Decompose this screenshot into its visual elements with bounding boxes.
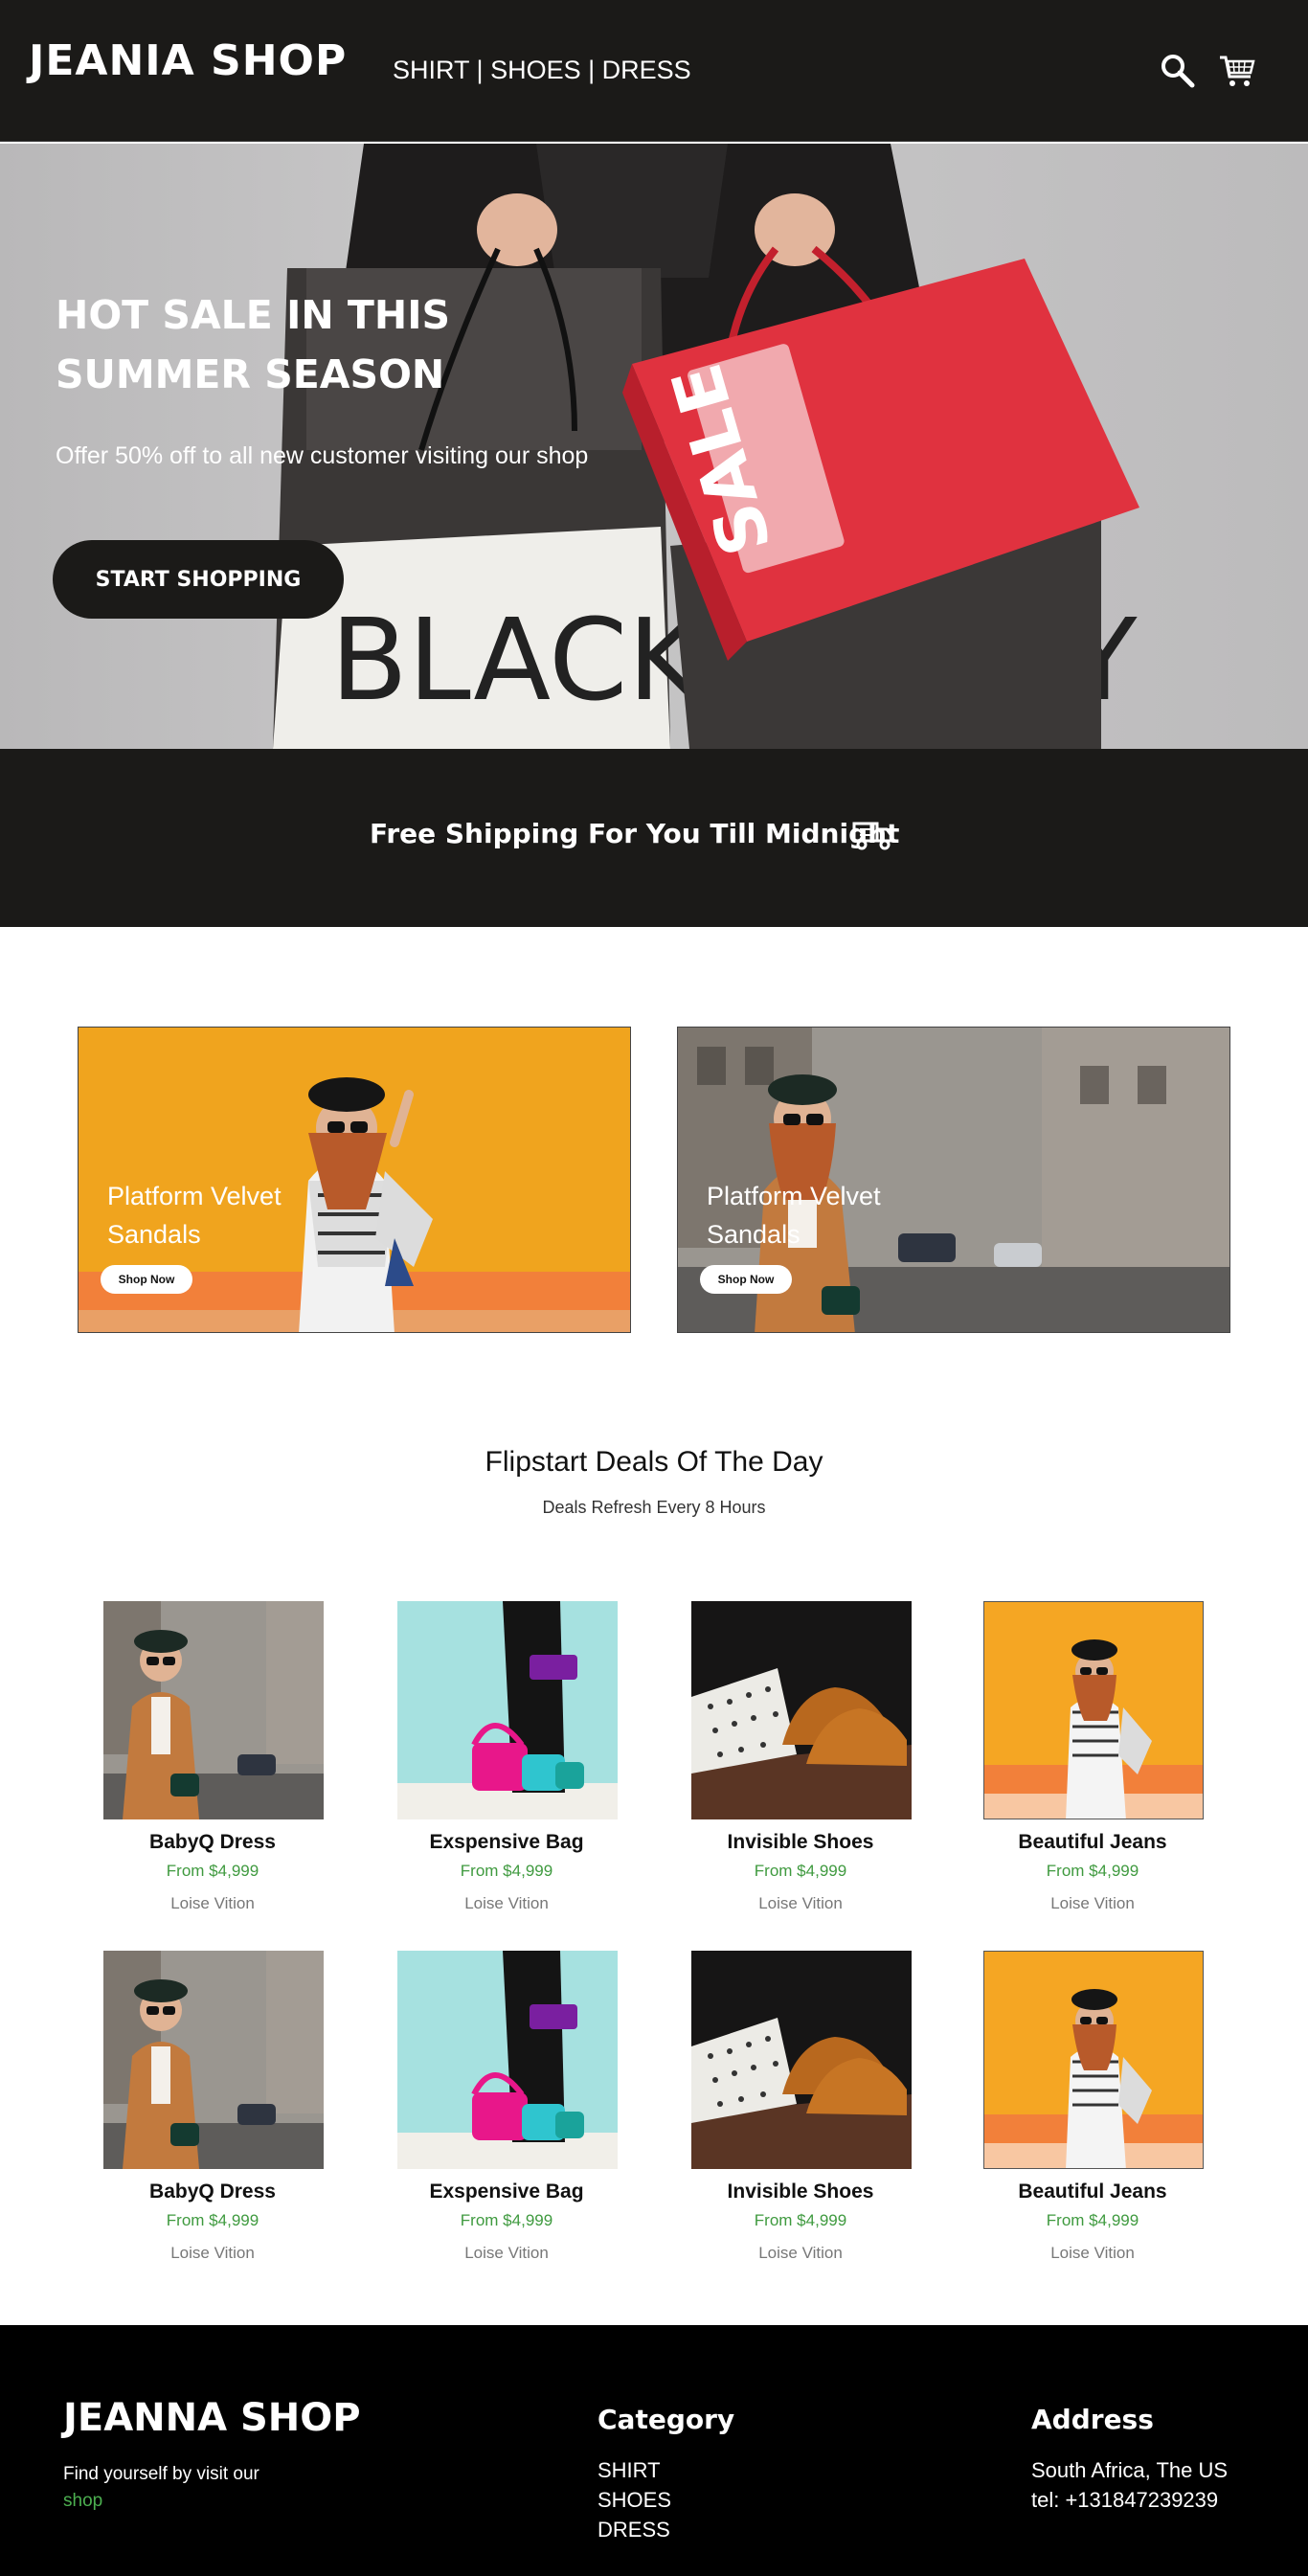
product-image[interactable] <box>103 1951 324 2169</box>
product-price: From $4,999 <box>1046 2211 1139 2229</box>
site-header: JEANIA SHOP SHIRT | SHOES | DRESS <box>0 0 1308 142</box>
deals-title: Flipstart Deals Of The Day <box>485 1446 823 1478</box>
product-image[interactable] <box>691 1951 912 2169</box>
product-brand: Loise Vition <box>1050 2244 1135 2262</box>
nav-separator: | <box>476 56 484 84</box>
deals-subtitle: Deals Refresh Every 8 Hours <box>542 1498 766 1517</box>
product-brand: Loise Vition <box>1050 1894 1135 1912</box>
product-image[interactable] <box>691 1601 912 1819</box>
product-name[interactable]: Beautiful Jeans <box>978 1831 1207 1854</box>
hero-subtitle: Offer 50% off to all new customer visiti… <box>56 442 589 469</box>
footer-category-dress[interactable]: DRESS <box>598 2515 671 2544</box>
start-shopping-button[interactable]: START SHOPPING <box>53 540 344 619</box>
product-image[interactable] <box>983 1951 1204 2169</box>
footer-address: South Africa, The US tel: +131847239239 <box>1031 2455 1228 2515</box>
product-price: From $4,999 <box>460 2211 553 2229</box>
product-price: From $4,999 <box>166 1862 259 1880</box>
footer-category-shoes[interactable]: SHOES <box>598 2485 671 2515</box>
product-name[interactable]: Invisible Shoes <box>686 2181 915 2203</box>
product-price: From $4,999 <box>754 1862 847 1880</box>
truck-icon <box>852 822 894 850</box>
footer-tagline: Find yourself by visit our shop <box>63 2461 293 2515</box>
shop-now-button[interactable]: Shop Now <box>700 1265 792 1294</box>
hero-title: HOT SALE IN THIS SUMMER SEASON <box>56 292 450 397</box>
product-price: From $4,999 <box>754 2211 847 2229</box>
promo-card[interactable]: Platform Velvet Sandals Shop Now <box>78 1027 631 1333</box>
product-name[interactable]: Exspensive Bag <box>392 1831 621 1854</box>
search-icon[interactable] <box>1159 52 1197 90</box>
product-image[interactable] <box>397 1951 618 2169</box>
nav-item-dress[interactable]: DRESS <box>602 56 691 84</box>
product-brand: Loise Vition <box>758 2244 843 2262</box>
footer-category-shirt[interactable]: SHIRT <box>598 2455 671 2485</box>
shipping-text: Free Shipping For You Till Midnight <box>370 818 900 849</box>
nav-separator: | <box>588 56 596 84</box>
product-price: From $4,999 <box>166 2211 259 2229</box>
shipping-banner: Free Shipping For You Till Midnight <box>0 749 1308 927</box>
product-brand: Loise Vition <box>758 1894 843 1912</box>
product-name[interactable]: BabyQ Dress <box>98 1831 327 1854</box>
main-nav: SHIRT | SHOES | DRESS <box>393 56 691 85</box>
product-brand: Loise Vition <box>464 1894 549 1912</box>
footer-tagline-text: Find yourself by visit our <box>63 2464 259 2484</box>
footer-logo[interactable]: JEANNA SHOP <box>63 2396 361 2440</box>
footer-address-heading: Address <box>1031 2404 1154 2435</box>
footer-shop-link[interactable]: shop <box>63 2491 102 2511</box>
footer-address-phone: tel: +131847239239 <box>1031 2488 1219 2512</box>
product-image[interactable] <box>397 1601 618 1819</box>
site-footer: JEANNA SHOP Find yourself by visit our s… <box>0 2325 1308 2576</box>
nav-item-shoes[interactable]: SHOES <box>490 56 581 84</box>
hero-banner: BLACK FRIDAY SALE HOT SALE IN THIS SUMME… <box>0 144 1308 749</box>
promo-title: Platform Velvet Sandals <box>107 1182 282 1249</box>
footer-category-list: SHIRT SHOES DRESS <box>598 2455 671 2544</box>
page: JEANIA SHOP SHIRT | SHOES | DRESS BLACK … <box>0 0 1308 2576</box>
footer-address-location: South Africa, The US <box>1031 2458 1229 2482</box>
promo-card[interactable]: Platform Velvet Sandals Shop Now <box>677 1027 1230 1333</box>
product-image[interactable] <box>103 1601 324 1819</box>
product-name[interactable]: Invisible Shoes <box>686 1831 915 1854</box>
product-name[interactable]: BabyQ Dress <box>98 2181 327 2203</box>
product-price: From $4,999 <box>460 1862 553 1880</box>
nav-item-shirt[interactable]: SHIRT <box>393 56 469 84</box>
shop-now-button[interactable]: Shop Now <box>101 1265 192 1294</box>
product-name[interactable]: Beautiful Jeans <box>978 2181 1207 2203</box>
cart-icon[interactable] <box>1218 52 1256 90</box>
product-brand: Loise Vition <box>170 1894 255 1912</box>
product-image[interactable] <box>983 1601 1204 1819</box>
product-brand: Loise Vition <box>170 2244 255 2262</box>
product-name[interactable]: Exspensive Bag <box>392 2181 621 2203</box>
product-price: From $4,999 <box>1046 1862 1139 1880</box>
footer-category-heading: Category <box>598 2404 735 2435</box>
product-brand: Loise Vition <box>464 2244 549 2262</box>
logo[interactable]: JEANIA SHOP <box>29 36 347 85</box>
promo-title: Platform Velvet Sandals <box>707 1182 881 1249</box>
